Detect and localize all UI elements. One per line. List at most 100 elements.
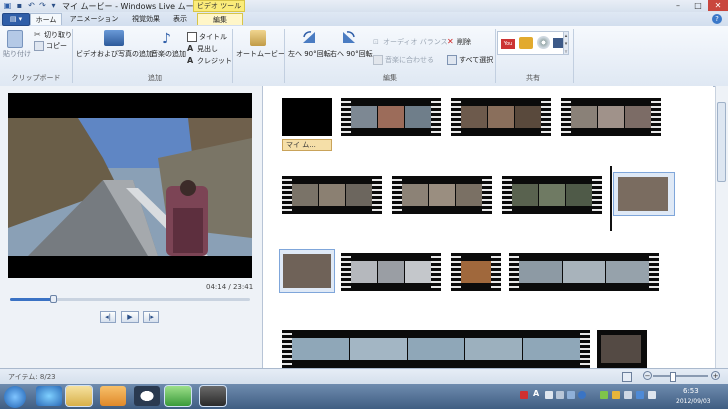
maximize-button[interactable]: □ xyxy=(688,0,708,11)
storyboard-clip[interactable] xyxy=(561,98,661,136)
credits-button[interactable]: A クレジット xyxy=(187,56,232,66)
rotate-right-label[interactable]: 右へ 90°回転 xyxy=(330,49,373,59)
tab-visual-effects[interactable]: 視覚効果 xyxy=(126,13,166,25)
share-gallery-scroll[interactable]: ▴ ▾ ▿ xyxy=(563,31,569,55)
storyboard-clip[interactable] xyxy=(282,176,382,214)
skydrive-icon[interactable] xyxy=(519,37,533,49)
music-note-icon[interactable]: ♪ xyxy=(162,31,171,47)
zoom-out-icon[interactable]: − xyxy=(643,371,652,380)
caption-button[interactable]: A 見出し xyxy=(187,44,218,54)
clock-time[interactable]: 6:53 xyxy=(683,387,699,395)
volume-icon[interactable] xyxy=(648,391,656,399)
caption-icon: A xyxy=(187,44,194,53)
customize-qat-icon[interactable]: ▾ xyxy=(49,1,58,10)
ribbon-separator xyxy=(573,29,574,83)
copy-icon xyxy=(34,41,44,51)
app-icon[interactable]: ▣ xyxy=(3,1,12,10)
tab-edit[interactable]: 編集 xyxy=(197,13,243,25)
taskbar-explorer-icon[interactable] xyxy=(65,385,93,407)
save-icon[interactable]: ▪ xyxy=(15,1,24,10)
remove-button[interactable]: ✕ 削除 xyxy=(447,37,471,47)
add-videos-photos-button[interactable] xyxy=(104,30,124,46)
tab-animations[interactable]: アニメーション xyxy=(66,13,122,25)
app-menu-button[interactable]: ▤ ▾ xyxy=(2,13,30,26)
tray-icon[interactable] xyxy=(545,391,553,399)
automovie-button[interactable] xyxy=(250,30,266,46)
storyboard-clip-selected[interactable] xyxy=(613,172,675,216)
tray-icon[interactable] xyxy=(600,391,608,399)
taskbar-hp-icon[interactable] xyxy=(134,386,160,406)
tab-home[interactable]: ホーム xyxy=(30,13,62,25)
rotate-right-icon[interactable] xyxy=(342,30,356,44)
time-readout: 04:14 / 23:41 xyxy=(206,283,254,291)
help-tray-icon[interactable] xyxy=(578,391,586,399)
title-label: タイトル xyxy=(199,33,227,41)
burn-dvd-icon[interactable] xyxy=(537,36,550,49)
storyboard-clip[interactable] xyxy=(392,176,492,214)
seek-bar-thumb[interactable] xyxy=(50,295,58,303)
paste-label: 貼り付け xyxy=(3,50,31,58)
rotate-left-label[interactable]: 左へ 90°回転 xyxy=(288,49,331,59)
caption-label: 見出し xyxy=(197,45,218,53)
title-clip[interactable] xyxy=(282,98,332,136)
title-button[interactable]: タイトル xyxy=(187,32,227,42)
taskbar-photo-gallery-icon[interactable] xyxy=(164,385,192,407)
remove-label: 削除 xyxy=(457,38,471,46)
rotate-left-icon[interactable] xyxy=(302,30,316,44)
cut-button[interactable]: ✂ 切り取り xyxy=(34,30,72,40)
help-icon[interactable]: ? xyxy=(712,14,722,24)
fit-to-music-button[interactable]: 音楽に合わせる xyxy=(373,55,434,65)
ribbon-separator xyxy=(284,29,285,83)
storyboard-scrollbar-thumb[interactable] xyxy=(717,102,726,182)
next-frame-button[interactable]: |▸ xyxy=(143,311,159,323)
tray-icon[interactable] xyxy=(520,391,528,399)
tab-view[interactable]: 表示 xyxy=(168,13,192,25)
storyboard-clip[interactable] xyxy=(502,176,602,214)
zoom-in-icon[interactable]: + xyxy=(711,371,720,380)
storyboard-clip[interactable] xyxy=(509,253,659,291)
zoom-slider-thumb[interactable] xyxy=(670,372,676,382)
storyboard-clip[interactable] xyxy=(341,253,441,291)
zoom-slider[interactable] xyxy=(653,375,708,377)
copy-button[interactable]: コピー xyxy=(34,41,67,51)
previous-frame-button[interactable]: ◂| xyxy=(100,311,116,323)
taskbar-ie-icon[interactable] xyxy=(36,386,62,406)
tray-icon[interactable] xyxy=(612,391,620,399)
clock-date[interactable]: 2012/09/03 xyxy=(676,398,711,405)
title-icon xyxy=(187,32,197,42)
redo-icon[interactable]: ↷ xyxy=(38,1,47,10)
close-button[interactable]: ✕ xyxy=(708,0,728,11)
play-icon: ▶ xyxy=(127,313,133,321)
select-all-button[interactable]: すべて選択 xyxy=(447,55,493,65)
playhead[interactable] xyxy=(610,166,612,231)
storyboard-clip[interactable] xyxy=(597,330,647,368)
network-icon[interactable] xyxy=(636,391,644,399)
youtube-icon[interactable]: You xyxy=(501,39,515,49)
previous-frame-icon: ◂| xyxy=(105,313,111,321)
paste-icon xyxy=(7,30,23,48)
remove-x-icon: ✕ xyxy=(447,37,454,46)
tray-icon[interactable] xyxy=(567,391,575,399)
add-music-label[interactable]: 音楽の追加 xyxy=(151,49,186,59)
play-button[interactable]: ▶ xyxy=(121,311,139,323)
credits-label: クレジット xyxy=(197,57,232,65)
thumbnail-size-icon[interactable] xyxy=(622,372,632,382)
minimize-button[interactable]: – xyxy=(668,0,688,11)
computer-icon[interactable] xyxy=(553,38,563,48)
taskbar-media-player-icon[interactable] xyxy=(100,386,126,406)
storyboard-clip[interactable] xyxy=(451,98,551,136)
storyboard-clip[interactable] xyxy=(282,330,590,368)
tray-icon[interactable] xyxy=(556,391,564,399)
paste-button[interactable] xyxy=(7,30,23,48)
undo-icon[interactable]: ↶ xyxy=(27,1,36,10)
tray-icon[interactable] xyxy=(624,391,632,399)
taskbar-movie-maker-icon[interactable] xyxy=(199,385,227,407)
storyboard-clip[interactable] xyxy=(341,98,441,136)
ribbon-separator xyxy=(72,29,73,83)
audio-balance-button[interactable]: ⊡ オーディオ バランス xyxy=(373,37,448,47)
ime-indicator[interactable]: A xyxy=(533,389,539,398)
automovie-label: オートムービー xyxy=(236,50,285,58)
start-button[interactable] xyxy=(4,386,26,408)
storyboard-clip-selected[interactable] xyxy=(279,249,335,293)
storyboard-clip[interactable] xyxy=(451,253,501,291)
